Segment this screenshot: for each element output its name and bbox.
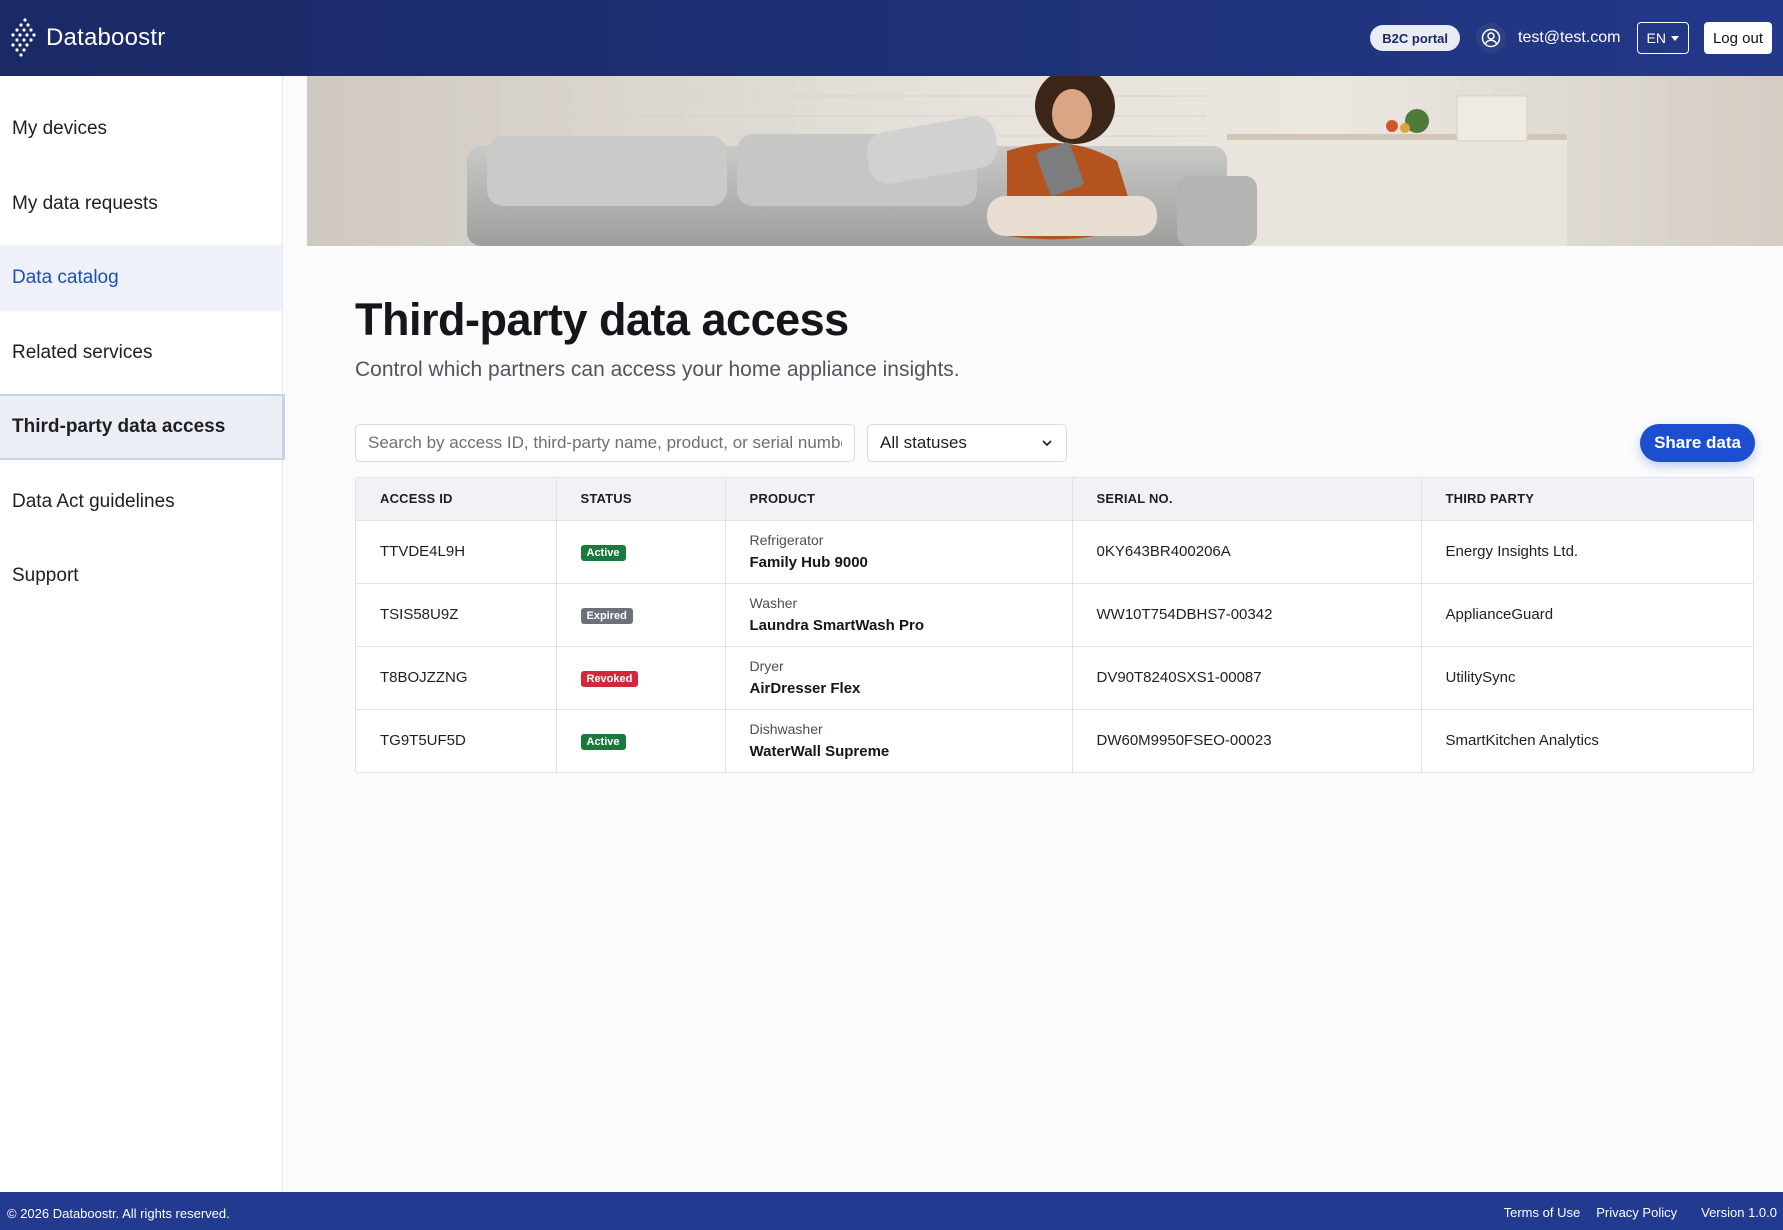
toolbar: All statuses Share data: [355, 424, 1755, 462]
terms-link[interactable]: Terms of Use: [1504, 1205, 1581, 1220]
logout-button[interactable]: Log out: [1703, 22, 1772, 54]
product-category: Washer: [749, 595, 798, 611]
sidebar: My devices My data requests Data catalog…: [0, 76, 285, 1192]
access-id-cell: T8BOJZZNG: [356, 646, 557, 710]
sidebar-item-my-devices[interactable]: My devices: [0, 96, 282, 162]
share-data-button[interactable]: Share data: [1640, 424, 1755, 462]
column-header-third-party[interactable]: THIRD PARTY: [1421, 478, 1753, 521]
sidebar-item-data-catalog[interactable]: Data catalog: [0, 245, 282, 311]
serial-cell: DV90T8240SXS1-00087: [1072, 646, 1422, 710]
serial-cell: WW10T754DBHS7-00342: [1072, 583, 1422, 647]
table-header-row: ACCESS ID STATUS PRODUCT SERIAL NO. THIR…: [356, 478, 1753, 521]
access-table: ACCESS ID STATUS PRODUCT SERIAL NO. THIR…: [355, 477, 1754, 773]
main-content: Third-party data access Control which pa…: [355, 246, 1755, 773]
product-name: Laundra SmartWash Pro: [749, 617, 924, 634]
column-header-product[interactable]: PRODUCT: [725, 478, 1073, 521]
page-title: Third-party data access: [355, 294, 849, 345]
copyright-text: © 2026 Databoostr. All rights reserved.: [7, 1206, 230, 1221]
product-name: WaterWall Supreme: [749, 743, 890, 761]
status-cell: Expired: [556, 583, 726, 647]
table-row[interactable]: TTVDE4L9H Active Refrigerator Family Hub…: [356, 520, 1753, 584]
product-name: Family Hub 9000: [749, 554, 868, 571]
product-cell: Refrigerator Family Hub 9000: [725, 520, 1073, 584]
table-row[interactable]: T8BOJZZNG Revoked Dryer AirDresser Flex …: [356, 646, 1753, 710]
brand-logo-icon: [11, 18, 36, 57]
sidebar-item-third-party-data-access[interactable]: Third-party data access: [0, 394, 285, 460]
third-party-cell: Energy Insights Ltd.: [1421, 520, 1753, 584]
column-header-serial[interactable]: SERIAL NO.: [1072, 478, 1422, 521]
serial-cell: 0KY643BR400206A: [1072, 520, 1422, 584]
search-input[interactable]: [355, 424, 855, 462]
status-badge: Expired: [580, 607, 633, 624]
status-filter-select[interactable]: All statuses: [867, 424, 1067, 462]
hero-banner-image: [307, 76, 1783, 246]
brand-name: Databoostr: [46, 24, 166, 51]
top-header: Databoostr B2C portal test@test.com EN L…: [0, 0, 1783, 76]
language-selector[interactable]: EN: [1636, 22, 1689, 54]
status-filter-value: All statuses: [880, 433, 967, 452]
column-header-status[interactable]: STATUS: [556, 478, 726, 521]
status-cell: Active: [556, 709, 726, 772]
status-badge: Revoked: [580, 670, 639, 687]
product-cell: Dryer AirDresser Flex: [725, 646, 1073, 710]
product-name: AirDresser Flex: [749, 680, 861, 697]
version-text: Version 1.0.0: [1701, 1204, 1777, 1220]
product-cell: Washer Laundra SmartWash Pro: [725, 583, 1073, 647]
brand[interactable]: Databoostr: [10, 16, 165, 60]
product-category: Dryer: [749, 658, 784, 674]
status-badge: Active: [580, 544, 626, 561]
footer-links: Terms of Use Privacy Policy Version 1.0.…: [1504, 1205, 1777, 1220]
product-cell: Dishwasher WaterWall Supreme: [725, 709, 1073, 772]
status-cell: Active: [556, 520, 726, 584]
caret-down-icon: [1670, 35, 1679, 41]
footer: © 2026 Databoostr. All rights reserved. …: [0, 1192, 1783, 1230]
sidebar-item-data-act-guidelines[interactable]: Data Act guidelines: [0, 469, 282, 535]
access-id-cell: TG9T5UF5D: [356, 709, 557, 772]
sidebar-item-support[interactable]: Support: [0, 543, 282, 609]
third-party-cell: SmartKitchen Analytics: [1445, 732, 1599, 750]
sidebar-item-my-data-requests[interactable]: My data requests: [0, 171, 282, 237]
chevron-down-icon: [1042, 440, 1052, 447]
column-header-access-id[interactable]: ACCESS ID: [356, 478, 557, 521]
third-party-cell: ApplianceGuard: [1421, 583, 1753, 647]
user-email: test@test.com: [1518, 29, 1621, 46]
table-row[interactable]: TSIS58U9Z Expired Washer Laundra SmartWa…: [356, 583, 1753, 647]
sidebar-item-related-services[interactable]: Related services: [0, 320, 282, 386]
portal-badge: B2C portal: [1370, 25, 1460, 51]
status-badge: Active: [580, 733, 626, 750]
status-cell: Revoked: [556, 646, 726, 710]
user-icon: [1476, 23, 1506, 53]
third-party-cell: UtilitySync: [1421, 646, 1753, 710]
language-label: EN: [1646, 30, 1666, 46]
page-subtitle: Control which partners can access your h…: [355, 358, 960, 381]
serial-cell: DW60M9950FSEO-00023: [1072, 709, 1422, 772]
product-category: Refrigerator: [749, 532, 824, 548]
access-id-cell: TSIS58U9Z: [356, 583, 557, 647]
header-actions: B2C portal test@test.com EN Log out: [1370, 22, 1772, 54]
privacy-link[interactable]: Privacy Policy: [1596, 1205, 1677, 1220]
product-category: Dishwasher: [749, 721, 823, 738]
access-id-cell: TTVDE4L9H: [356, 520, 557, 584]
table-row[interactable]: TG9T5UF5D Active Dishwasher WaterWall Su…: [356, 709, 1753, 772]
